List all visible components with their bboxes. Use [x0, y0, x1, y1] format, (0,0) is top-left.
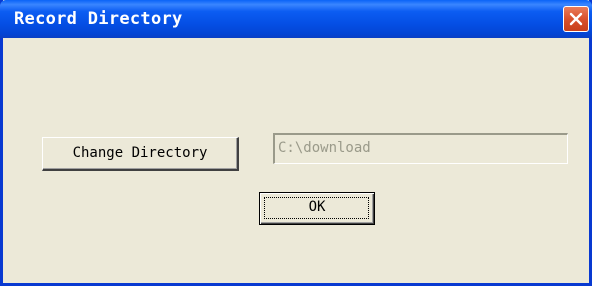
record-directory-dialog: Record Directory Change Directory C:\dow…	[0, 0, 592, 286]
ok-button[interactable]: OK	[259, 192, 375, 225]
title-bar[interactable]: Record Directory	[0, 0, 592, 38]
close-button[interactable]	[563, 6, 589, 32]
change-directory-button[interactable]: Change Directory	[42, 137, 239, 171]
directory-path-field: C:\download	[273, 133, 568, 164]
ok-label: OK	[308, 199, 326, 215]
dialog-title: Record Directory	[14, 9, 183, 29]
